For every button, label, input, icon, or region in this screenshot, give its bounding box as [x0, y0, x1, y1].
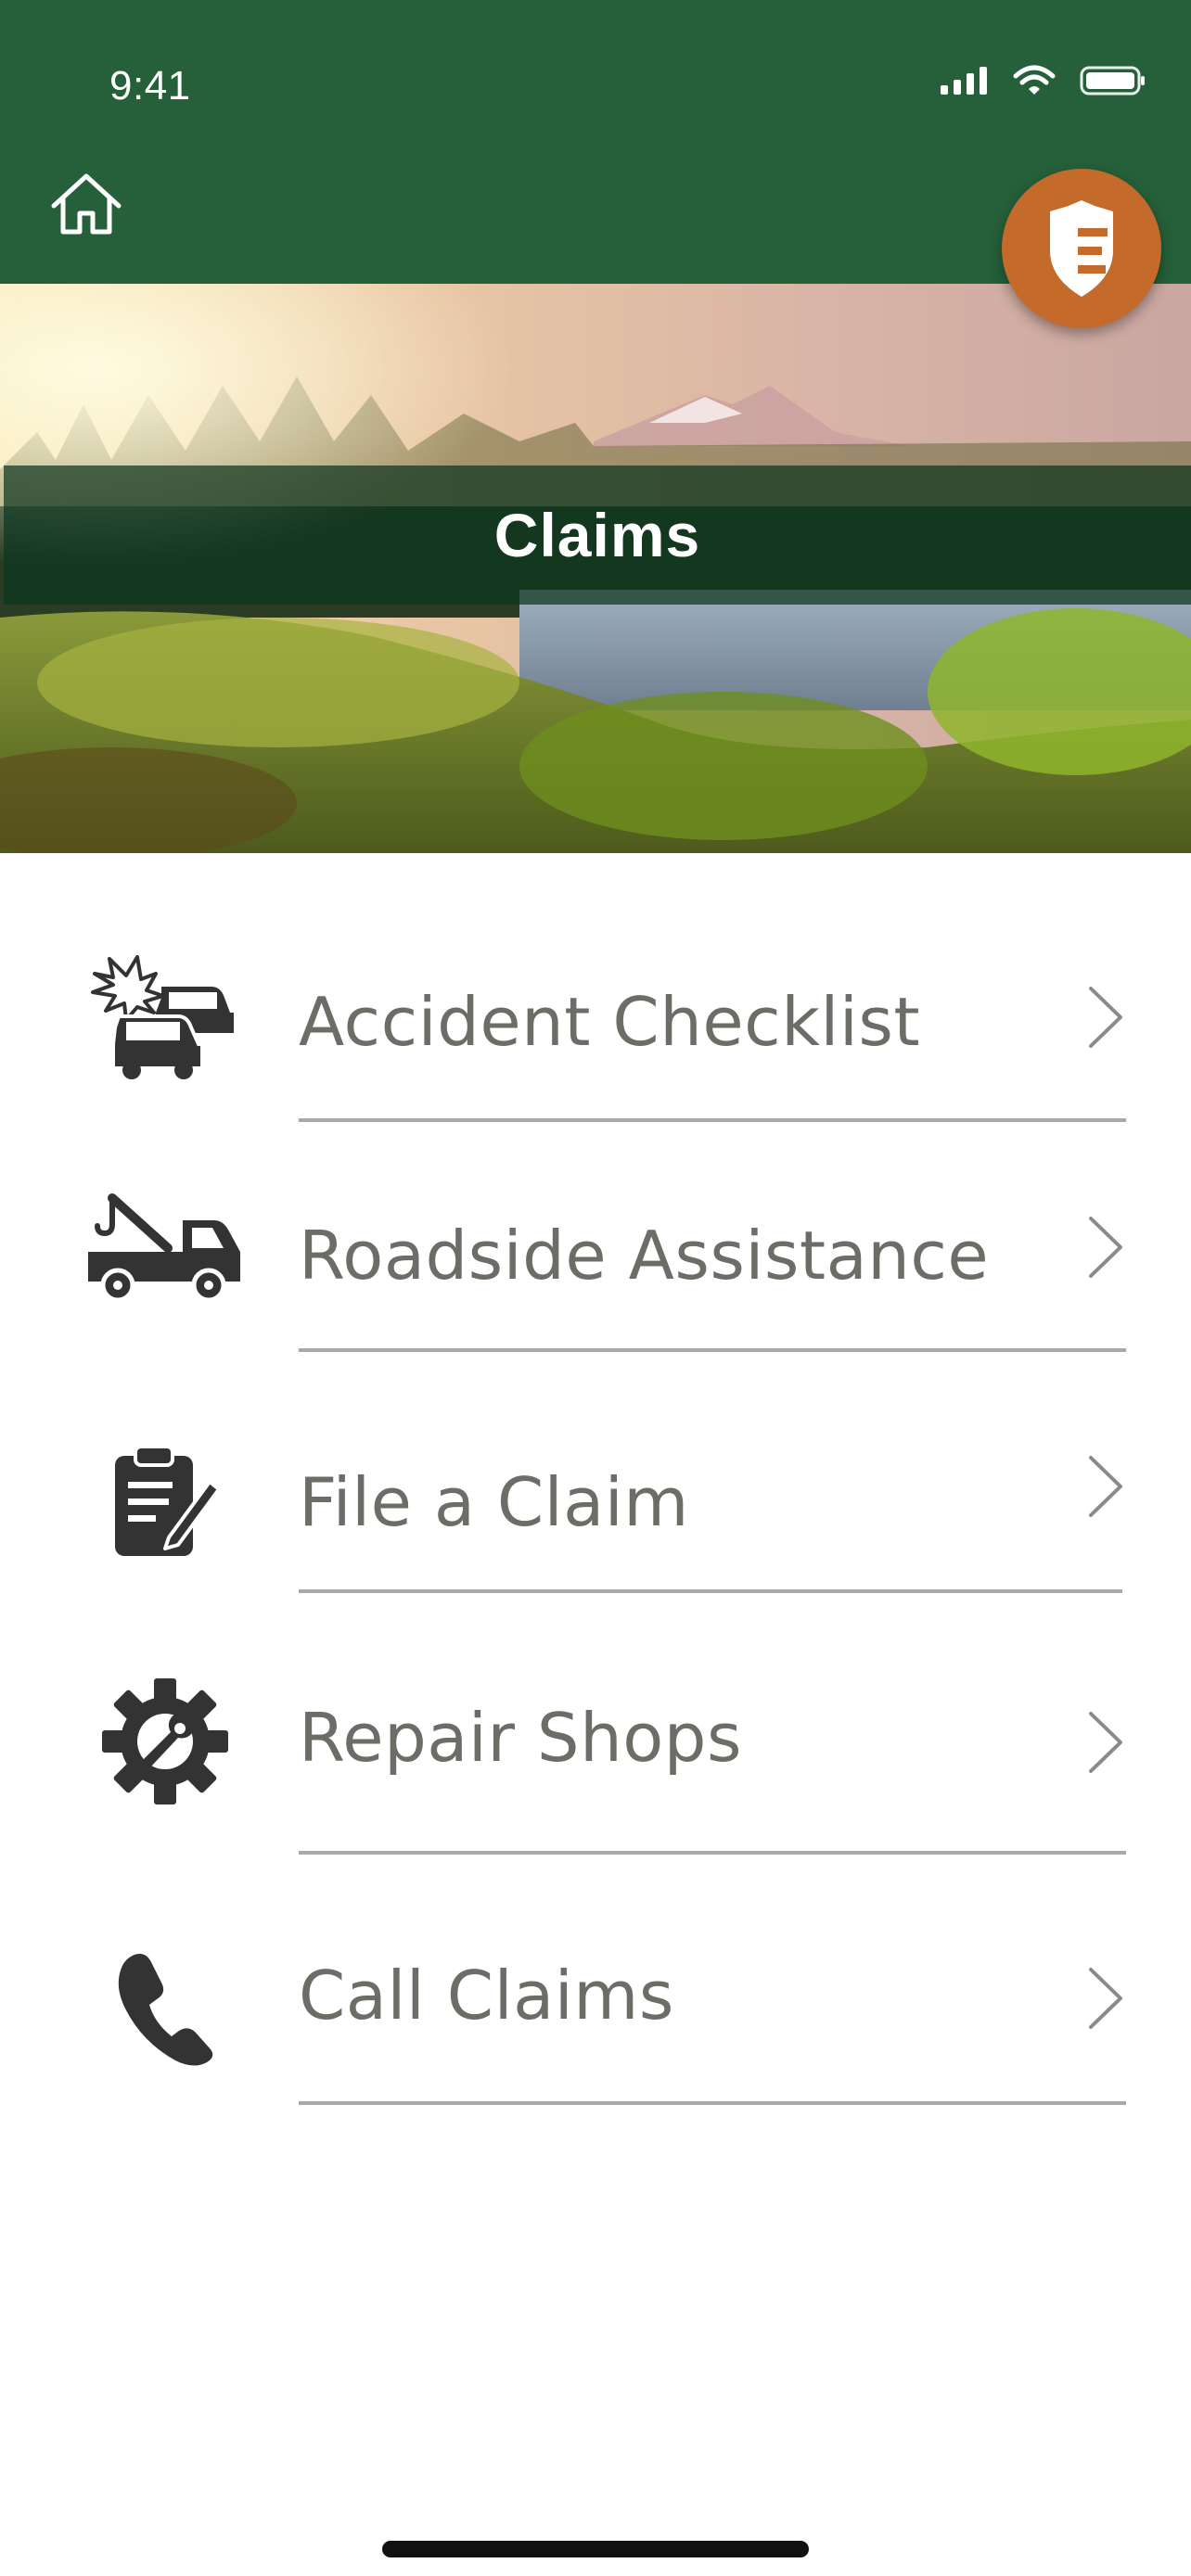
battery-icon	[1080, 66, 1145, 96]
menu-item-label: File a Claim	[299, 1463, 689, 1541]
divider	[299, 1589, 1122, 1593]
menu-item-call-claims[interactable]: Call Claims	[0, 1929, 1191, 2114]
chevron-right-icon	[1089, 1712, 1122, 1773]
home-icon[interactable]	[48, 171, 124, 237]
status-time: 9:41	[109, 63, 191, 108]
menu-item-file-a-claim[interactable]: File a Claim	[0, 1419, 1191, 1604]
menu-item-label: Call Claims	[299, 1957, 674, 2034]
tow-truck-icon	[85, 1183, 245, 1313]
gear-wrench-icon	[85, 1677, 245, 1806]
status-icons	[941, 65, 1146, 96]
menu-item-repair-shops[interactable]: Repair Shops	[0, 1669, 1191, 1855]
menu-item-label: Roadside Assistance	[299, 1217, 990, 1294]
clipboard-pen-icon	[85, 1437, 245, 1567]
shield-logo-button[interactable]	[1002, 169, 1161, 328]
divider	[299, 1851, 1126, 1855]
divider	[299, 1118, 1126, 1122]
signal-icon	[941, 67, 987, 95]
car-accident-icon	[85, 953, 245, 1083]
chevron-right-icon	[1089, 1968, 1122, 2029]
page-title: Claims	[493, 501, 701, 569]
menu-item-label: Repair Shops	[299, 1699, 743, 1777]
hero-banner: Claims	[0, 284, 1191, 853]
divider	[299, 1348, 1126, 1352]
menu-item-accident-checklist[interactable]: Accident Checklist	[0, 946, 1191, 1131]
wifi-icon	[1013, 65, 1056, 95]
menu-item-roadside-assistance[interactable]: Roadside Assistance	[0, 1178, 1191, 1363]
menu-item-label: Accident Checklist	[299, 983, 921, 1061]
chevron-right-icon	[1089, 1456, 1122, 1517]
phone-icon	[85, 1944, 245, 2073]
home-indicator[interactable]	[382, 2541, 809, 2557]
shield-icon	[1050, 200, 1113, 297]
title-band: Claims	[4, 465, 1191, 605]
chevron-right-icon	[1089, 987, 1122, 1048]
divider	[299, 2101, 1126, 2105]
chevron-right-icon	[1089, 1217, 1122, 1278]
